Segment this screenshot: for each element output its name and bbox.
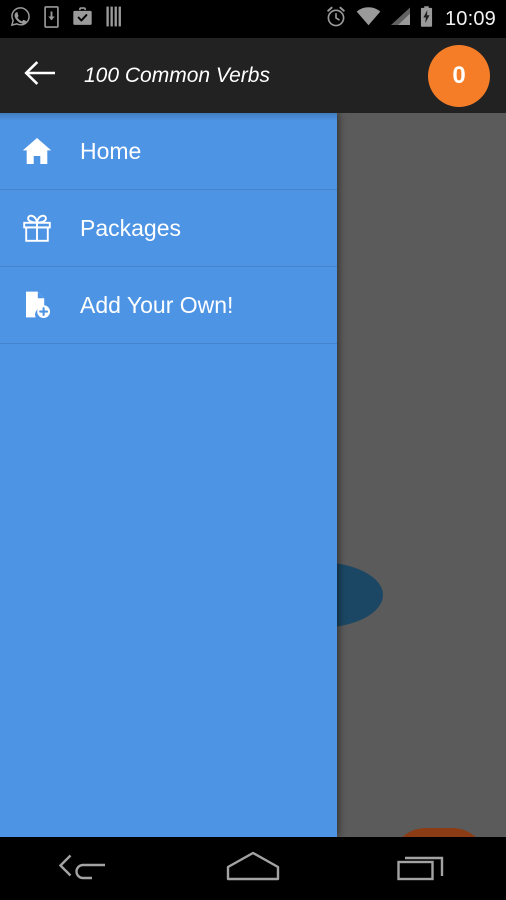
phone-screen: 10:09 100 Common Verbs 0 p Next bbox=[0, 0, 506, 900]
arrow-left-icon bbox=[24, 60, 56, 91]
score-badge[interactable]: 0 bbox=[428, 44, 490, 107]
sidebar-item-add-your-own[interactable]: Add Your Own! bbox=[0, 267, 337, 344]
sidebar-item-home[interactable]: Home bbox=[0, 113, 337, 190]
status-bar-clock: 10:09 bbox=[444, 8, 496, 30]
system-navigation-bar bbox=[0, 837, 506, 900]
document-add-icon bbox=[18, 290, 56, 320]
status-bar-notification-icons bbox=[10, 5, 124, 33]
home-outline-icon bbox=[226, 850, 280, 887]
back-arrow-icon bbox=[59, 850, 109, 887]
alarm-clock-icon bbox=[325, 6, 347, 33]
navigation-drawer: Home Packages Add Your Own! bbox=[0, 113, 337, 837]
whatsapp-icon bbox=[10, 6, 31, 32]
back-button[interactable] bbox=[20, 56, 60, 96]
sidebar-item-packages[interactable]: Packages bbox=[0, 190, 337, 267]
recents-nav-key[interactable] bbox=[337, 837, 506, 900]
battery-charging-icon bbox=[420, 6, 433, 32]
barcode-icon bbox=[106, 6, 124, 32]
page-title: 100 Common Verbs bbox=[84, 63, 270, 87]
next-button[interactable]: Next bbox=[393, 828, 485, 837]
status-bar-system-icons: 10:09 bbox=[325, 6, 496, 33]
sidebar-item-label: Packages bbox=[80, 214, 182, 241]
sidebar-item-label: Home bbox=[80, 137, 142, 164]
wifi-icon bbox=[356, 7, 381, 31]
briefcase-check-icon bbox=[72, 6, 93, 32]
status-bar: 10:09 bbox=[0, 0, 506, 38]
back-nav-key[interactable] bbox=[0, 837, 169, 900]
app-bar: 100 Common Verbs 0 bbox=[0, 38, 506, 113]
recents-icon bbox=[396, 850, 447, 887]
sidebar-item-label: Add Your Own! bbox=[80, 291, 234, 318]
gift-icon bbox=[18, 213, 56, 243]
download-icon bbox=[44, 5, 59, 33]
cellular-signal-icon bbox=[390, 7, 411, 31]
home-icon bbox=[18, 137, 56, 165]
home-nav-key[interactable] bbox=[169, 837, 338, 900]
